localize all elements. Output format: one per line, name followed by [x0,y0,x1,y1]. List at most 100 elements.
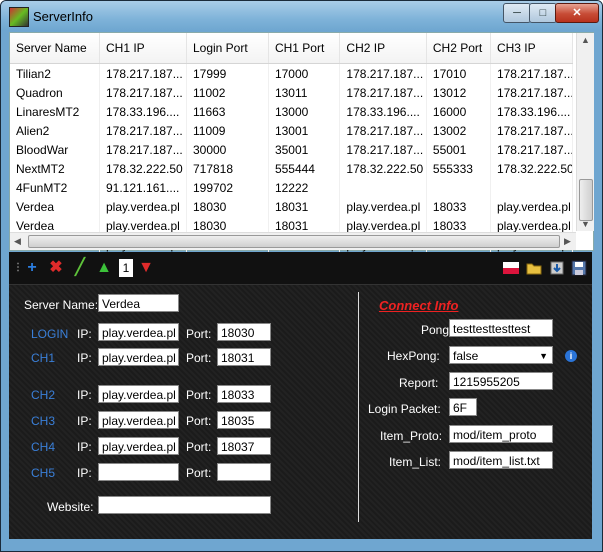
column-header[interactable]: CH1 IP [99,33,187,64]
ch3-ip-label: IP: [77,414,92,428]
minimize-button[interactable]: ─ [503,3,531,23]
login-ip-input[interactable]: play.verdea.pl [98,323,179,341]
table-cell: 178.217.187... [99,83,187,102]
server-grid[interactable]: Server Name CH1 IP Login Port CH1 Port CH2 I… [9,32,594,254]
pong-label: Pong: [421,323,453,337]
column-header[interactable]: CH3 IP [490,33,574,64]
flag-pl-icon[interactable] [502,259,520,277]
table-cell: 717818 [186,159,269,178]
login-port-input[interactable]: 18030 [217,323,271,341]
close-button[interactable]: ✕ [555,3,599,23]
table-cell: 4FunMT2 [10,178,100,197]
ch2-port-input[interactable]: 18033 [217,385,271,403]
ch5-label: CH5 [31,466,56,480]
table-row[interactable]: Verdeaplay.verdea.pl1803018031play.verde… [10,197,574,216]
toolbar: ⋮ + ✖ ╱ ▲ 1 ▼ [9,252,592,285]
report-input[interactable]: 1215955205 [449,372,553,390]
download-icon[interactable] [548,259,566,277]
column-header[interactable]: CH2 IP [339,33,427,64]
login-label: LOGIN [31,327,69,341]
ch2-label: CH2 [31,388,56,402]
table-cell: 13012 [426,83,491,102]
ch2-port-label: Port: [186,388,212,402]
editor-panel: ⋮ + ✖ ╱ ▲ 1 ▼ Server Name: Verdea LOGIN … [9,252,592,539]
column-header[interactable]: Login Port [186,33,269,64]
table-cell: 17010 [426,63,491,83]
table-row[interactable]: 4FunMT2 91.121.161.... 199702 12222 [10,178,574,197]
table-cell: 55001 [426,140,491,159]
login-packet-label: Login Packet: [368,402,441,416]
table-row[interactable]: BloodWar 178.217.187... 30000 35001 178.217.… [10,140,574,159]
ch1-port-input[interactable]: 18031 [217,348,271,366]
delete-icon[interactable]: ✖ [47,259,65,277]
scroll-up-arrow-icon[interactable]: ▲ [581,35,590,45]
horizontal-scroll-thumb[interactable] [28,235,560,248]
ch3-ip-input[interactable]: play.verdea.pl [98,411,179,429]
connect-info-title: Connect Info [379,298,459,313]
table-cell: 17000 [268,63,341,83]
vertical-scroll-thumb[interactable] [579,179,593,221]
table-cell: 11663 [186,102,269,121]
ch2-ip-input[interactable]: play.verdea.pl [98,385,179,403]
table-row[interactable]: NextMT2 178.32.222.50 717818 555444 178.32.2… [10,159,574,178]
table-cell: play.verdea.pl [339,197,427,216]
pong-input[interactable]: testtesttesttest [449,319,553,337]
chevron-down-icon[interactable]: ▼ [539,347,548,363]
move-up-icon[interactable]: ▲ [95,259,113,277]
ch4-ip-input[interactable]: play.verdea.pl [98,437,179,455]
table-row[interactable]: Quadron 178.217.187... 11002 13011 178.217.1… [10,83,574,102]
ch4-port-input[interactable]: 18037 [217,437,271,455]
hexpong-select[interactable]: false ▼ [449,346,553,364]
item-list-input[interactable]: mod/item_list.txt [449,451,553,469]
horizontal-scrollbar[interactable]: ◀ ▶ [10,232,576,250]
table-cell: BloodWar [10,140,100,159]
table-row[interactable]: Alien2 178.217.187... 11009 13001 178.217.18… [10,121,574,140]
server-name-input[interactable]: Verdea [98,294,179,312]
ch4-ip-label: IP: [77,440,92,454]
add-icon[interactable]: + [23,259,41,277]
table-cell: 35001 [268,140,341,159]
column-header[interactable]: CH2 Port [426,33,491,64]
table-cell: LinaresMT2 [10,102,100,121]
table-row[interactable]: LinaresMT2 178.33.196.... 11663 13000 178.33… [10,102,574,121]
item-list-label: Item_List: [389,455,442,469]
ch3-port-input[interactable]: 18035 [217,411,271,429]
scroll-right-arrow-icon[interactable]: ▶ [564,236,571,247]
table-cell: Quadron [10,83,100,102]
table-row[interactable]: Tilian2 178.217.187... 17999 17000 178.217.1… [10,63,574,83]
table-cell: 13011 [268,83,341,102]
info-icon[interactable]: i [565,350,577,362]
open-folder-icon[interactable] [525,259,543,277]
table-cell: 178.217.187... [99,121,187,140]
save-icon[interactable] [570,259,588,277]
table-cell: Tilian2 [10,63,100,83]
ch1-ip-input[interactable]: play.verdea.pl [98,348,179,366]
ch1-label: CH1 [31,351,56,365]
column-header[interactable]: Server Name [10,33,100,64]
table-cell: play.verdea.pl [99,197,187,216]
website-input[interactable] [98,496,271,514]
maximize-button[interactable]: □ [529,3,557,23]
scroll-down-arrow-icon[interactable]: ▼ [581,219,590,229]
ch4-port-label: Port: [186,440,212,454]
scroll-left-arrow-icon[interactable]: ◀ [14,236,21,247]
table-cell: 16000 [426,102,491,121]
vertical-scrollbar[interactable]: ▲ ▼ [576,33,594,231]
hexpong-label: HexPong: [387,349,440,363]
ch1-ip-label: IP: [77,351,92,365]
login-packet-input[interactable]: 6F [449,398,477,416]
table-cell: 18031 [268,197,341,216]
table-cell: 13002 [426,121,491,140]
table-cell [426,178,491,197]
item-proto-input[interactable]: mod/item_proto [449,425,553,443]
ch5-port-input[interactable] [217,463,271,481]
move-down-icon[interactable]: ▼ [137,259,155,277]
ch4-label: CH4 [31,440,56,454]
table-cell: 178.217.187... [99,140,187,159]
title-bar[interactable]: ServerInfo ─ □ ✕ [1,1,602,31]
ch5-ip-input[interactable] [98,463,179,481]
ch5-ip-label: IP: [77,466,92,480]
report-label: Report: [399,376,439,390]
edit-icon[interactable]: ╱ [71,259,89,277]
column-header[interactable]: CH1 Port [268,33,341,64]
